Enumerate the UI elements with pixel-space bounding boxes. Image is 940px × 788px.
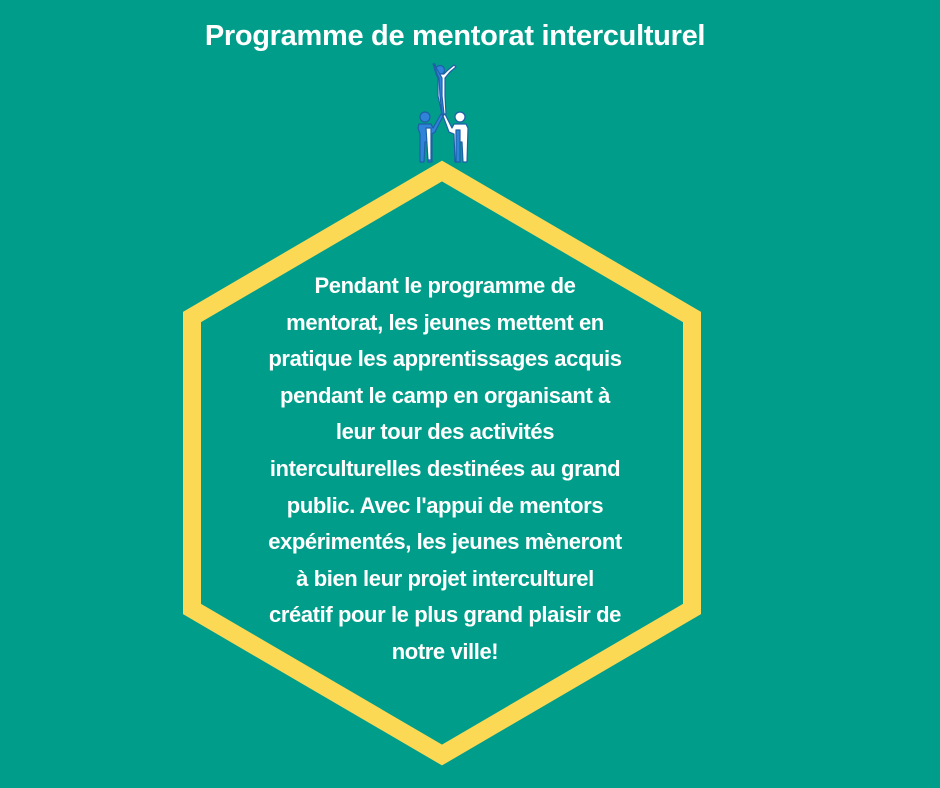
page-title: Programme de mentorat interculturel <box>204 20 706 52</box>
page: { "title": "Programme de mentorat interc… <box>0 0 940 788</box>
human-pyramid-icon <box>414 62 470 164</box>
description-text: Pendant le programme de mentorat, les je… <box>268 273 622 664</box>
